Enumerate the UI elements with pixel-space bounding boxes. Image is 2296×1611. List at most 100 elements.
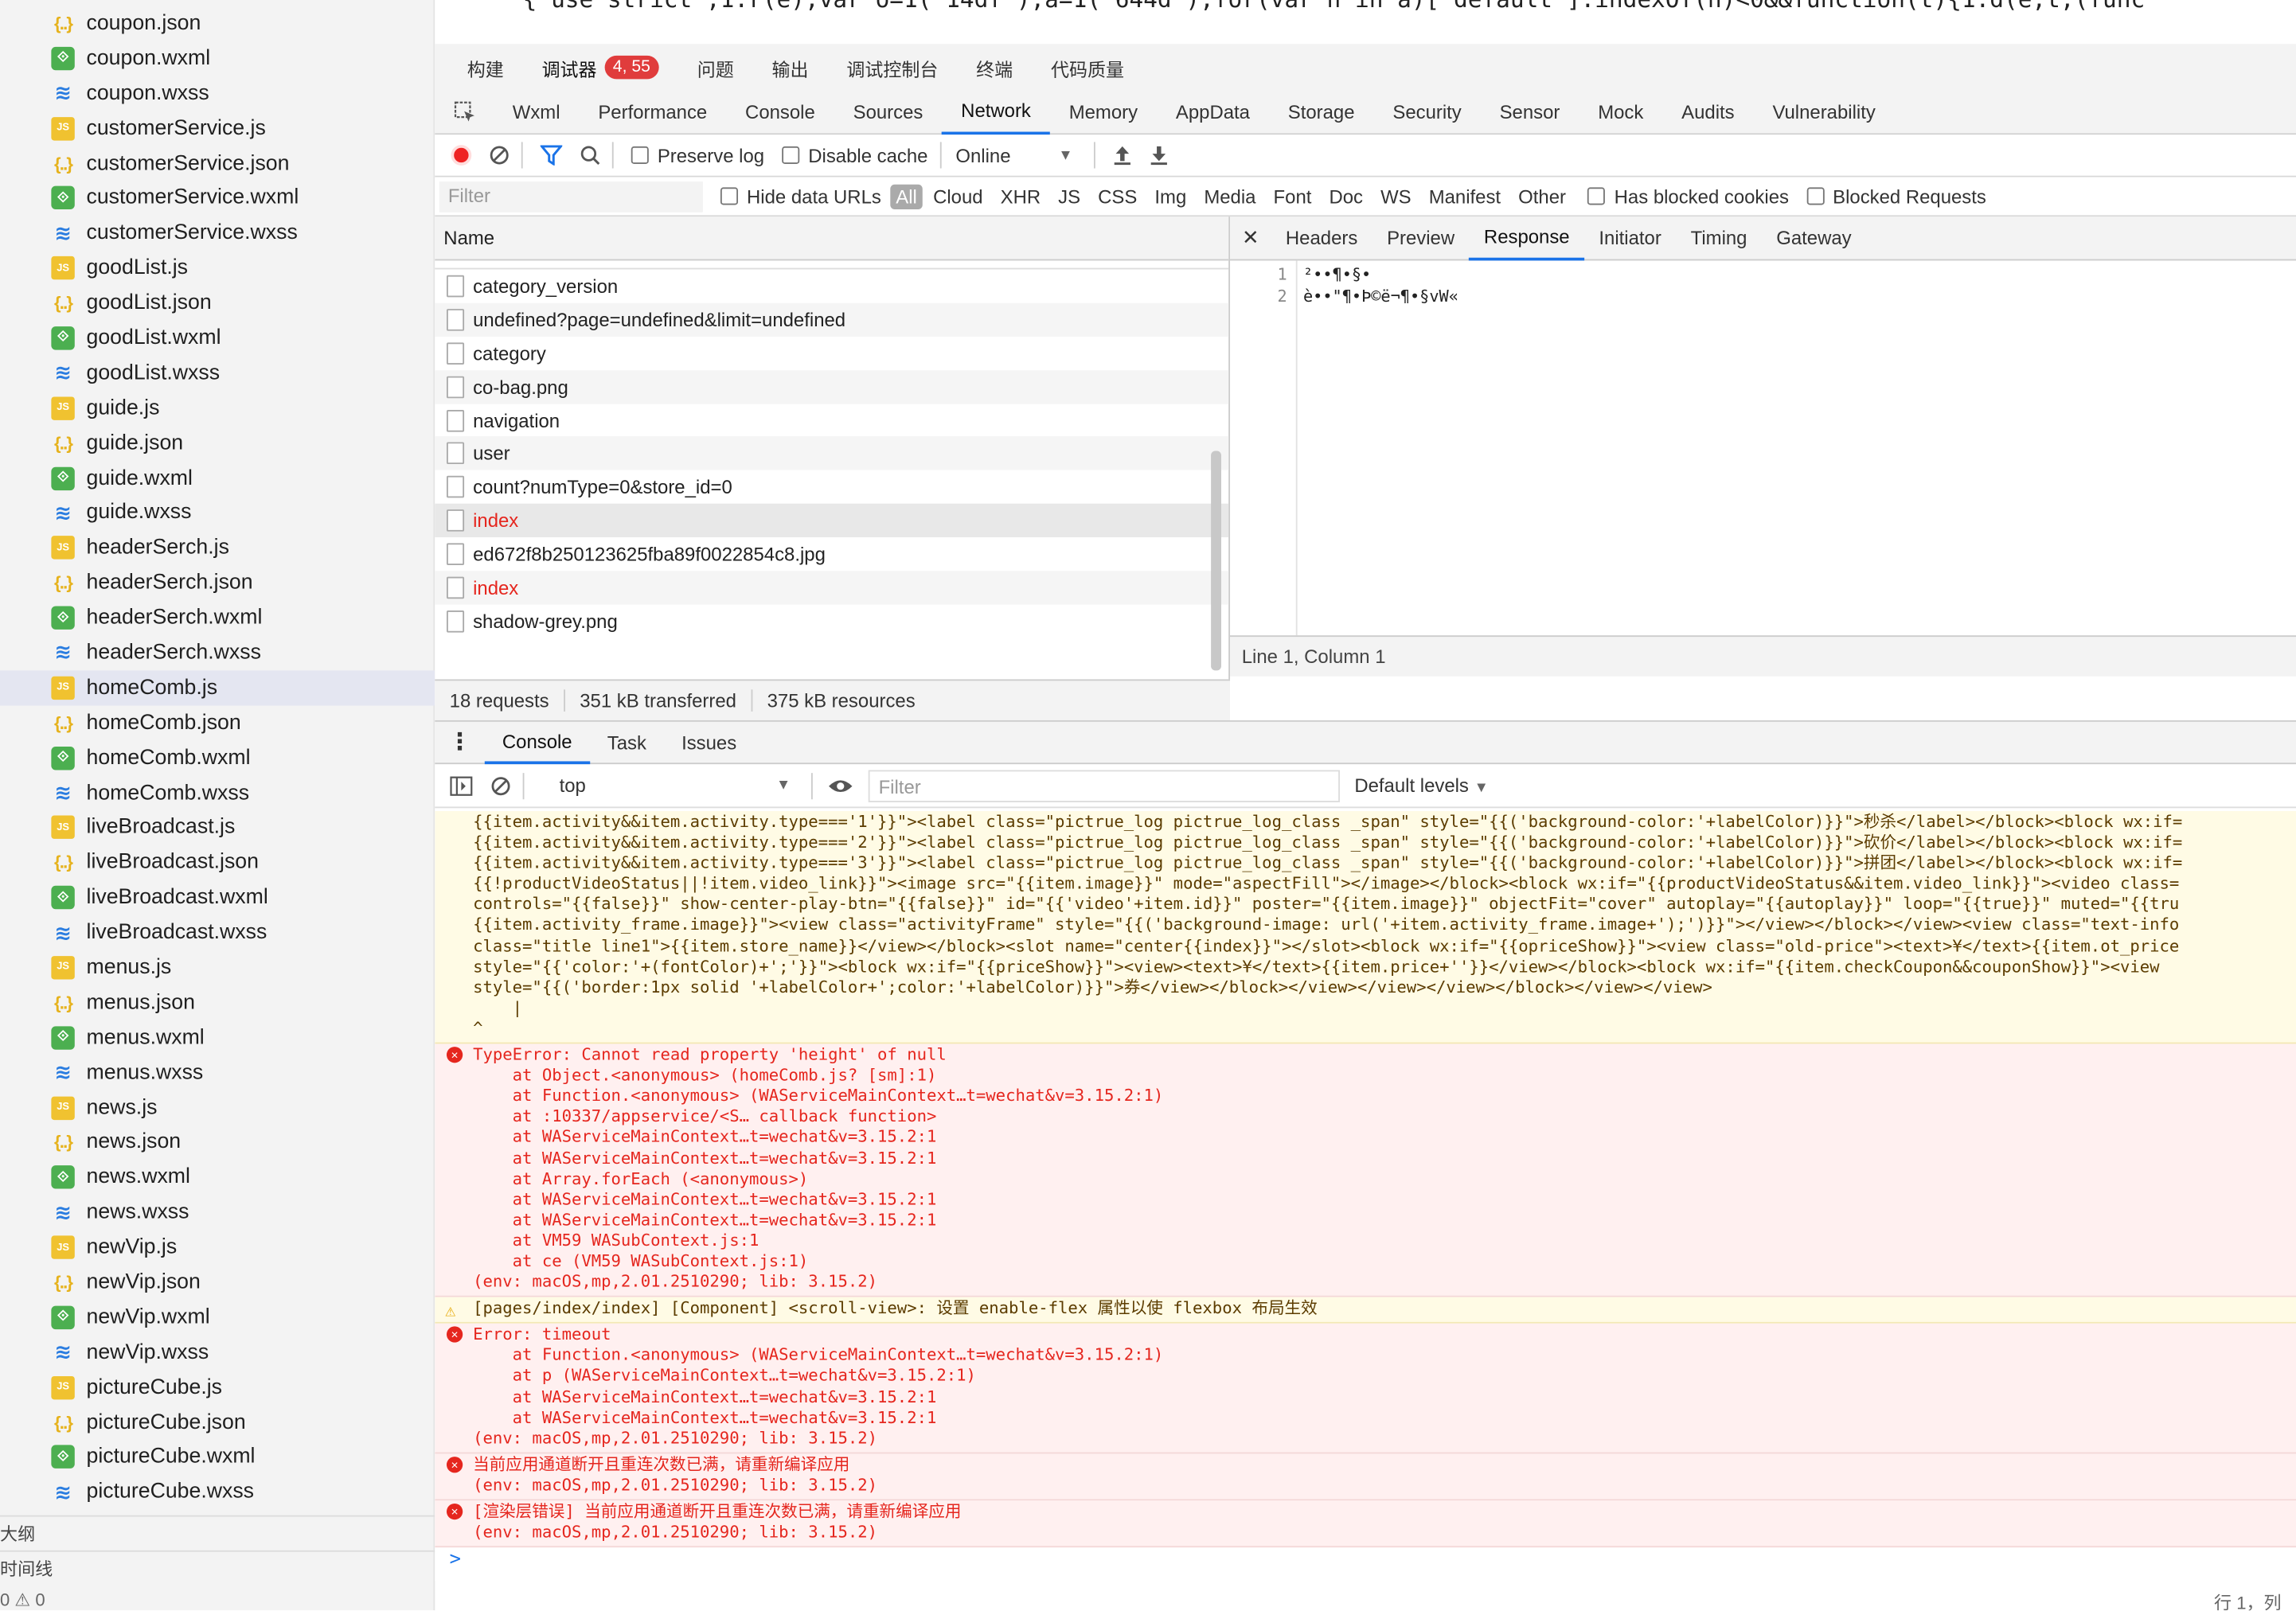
live-expression-eye-icon[interactable] [827,777,853,794]
file-item[interactable]: JS pictureCube.js [0,1370,435,1405]
filter-icon[interactable] [540,145,563,166]
request-row[interactable]: shadow-grey.png [435,604,1228,638]
disable-cache-checkbox[interactable]: Disable cache [782,144,927,166]
file-item[interactable]: {..} newVip.json [0,1265,435,1300]
file-item[interactable]: {..} customerService.json [0,146,435,181]
file-item[interactable]: {..} headerSerch.json [0,565,435,600]
panel-tab-vulnerability[interactable]: Vulnerability [1754,90,1895,134]
drawer-tab-issues[interactable]: Issues [664,720,754,764]
clear-icon[interactable] [489,145,510,166]
type-filter-other[interactable]: Other [1511,182,1573,210]
file-item[interactable]: ⟐ liveBroadcast.wxml [0,880,435,915]
request-row[interactable]: co-bag.png [435,369,1229,404]
panel-tab-storage[interactable]: Storage [1269,90,1374,134]
file-item[interactable]: {..} news.json [0,1125,435,1160]
request-row[interactable]: index [435,571,1229,605]
console-line[interactable]: at WAServiceMainContext…t=wechat&v=3.15.… [473,1408,2296,1429]
sidebar-toggle-icon[interactable] [450,775,473,796]
file-item[interactable]: JS newVip.js [0,1230,435,1265]
console-line[interactable]: at ce (VM59 WASubContext.js:1) [473,1252,2296,1273]
record-icon[interactable] [451,145,472,166]
debug-tab[interactable]: 代码质量 [1051,53,1124,81]
console-line[interactable]: at p (WAServiceMainContext…t=wechat&v=3.… [473,1367,2296,1387]
clear-console-icon[interactable] [490,775,511,796]
request-row[interactable]: category_version [435,269,1228,302]
panel-tab-wxml[interactable]: Wxml [494,90,580,134]
detail-tab-response[interactable]: Response [1469,216,1585,260]
checkbox-box[interactable] [1806,187,1825,205]
has-blocked-cookies-checkbox[interactable]: Has blocked cookies [1587,185,1789,207]
file-item[interactable]: ⟐ menus.wxml [0,1020,435,1055]
throttling-select[interactable]: Online ▼ [955,144,1072,166]
more-options-icon[interactable]: ⋮ [435,727,485,757]
file-item[interactable]: ≋ homeComb.wxss [0,775,435,810]
checkbox-box[interactable] [631,146,649,165]
debug-tab[interactable]: 输出 [772,53,809,81]
type-filter-ws[interactable]: WS [1373,182,1419,210]
console-line[interactable]: at :10337/appservice/<S… callback functi… [473,1107,2296,1128]
request-row[interactable]: user [435,436,1229,471]
debug-tab[interactable]: 问题 [697,53,734,81]
file-item[interactable]: {..} coupon.json [0,6,435,41]
file-item[interactable]: ⟐ headerSerch.wxml [0,600,435,635]
detail-tab-initiator[interactable]: Initiator [1584,216,1676,259]
panel-tab-audits[interactable]: Audits [1662,90,1753,134]
panel-tab-network[interactable]: Network [942,90,1050,135]
file-item[interactable]: JS customerService.js [0,111,435,146]
type-filter-cloud[interactable]: Cloud [926,182,990,210]
type-filter-font[interactable]: Font [1266,182,1318,210]
request-row[interactable]: category [435,337,1228,370]
network-filter-input[interactable]: Filter [439,181,703,212]
file-item[interactable]: JS liveBroadcast.js [0,810,435,845]
panel-tab-appdata[interactable]: AppData [1157,90,1269,134]
checkbox-box[interactable] [782,146,800,165]
type-filter-media[interactable]: Media [1197,182,1263,210]
inspect-element-icon[interactable] [435,101,494,123]
file-item[interactable]: JS menus.js [0,950,435,985]
file-item[interactable]: ⟐ newVip.wxml [0,1300,435,1335]
panel-tab-console[interactable]: Console [726,90,834,134]
file-item[interactable]: ⟐ homeComb.wxml [0,740,435,775]
checkbox-box[interactable] [720,187,739,205]
file-item[interactable]: {..} guide.json [0,426,435,461]
file-item[interactable]: JS homeComb.js [0,670,435,706]
console-line[interactable]: at WAServiceMainContext…t=wechat&v=3.15.… [473,1387,2296,1408]
file-item[interactable]: ≋ customerService.wxss [0,216,435,251]
file-item[interactable]: {..} goodList.json [0,286,435,321]
preserve-log-checkbox[interactable]: Preserve log [631,144,764,166]
import-har-icon[interactable] [1112,145,1131,166]
panel-tab-sources[interactable]: Sources [834,90,943,134]
file-item[interactable]: ⟐ pictureCube.wxml [0,1440,435,1475]
file-item[interactable]: JS news.js [0,1090,435,1125]
debug-tab[interactable]: 调试控制台 [846,53,938,81]
file-item[interactable]: JS headerSerch.js [0,530,435,565]
checkbox-box[interactable] [1587,187,1606,205]
file-item[interactable]: ≋ pictureCube.wxss [0,1475,435,1510]
detail-tab-preview[interactable]: Preview [1373,216,1470,259]
request-row[interactable]: ed672f8b250123625fba89f0022854c8.jpg [435,537,1228,571]
debug-tab[interactable]: 构建 [467,53,504,81]
file-item[interactable]: {..} liveBroadcast.json [0,845,435,880]
export-har-icon[interactable] [1149,145,1168,166]
console-filter-input[interactable]: Filter [868,769,1340,802]
file-item[interactable]: ≋ menus.wxss [0,1055,435,1090]
console-line[interactable]: at WAServiceMainContext…t=wechat&v=3.15.… [473,1211,2296,1231]
file-item[interactable]: {..} homeComb.json [0,705,435,740]
file-item[interactable]: JS guide.js [0,391,435,426]
file-item[interactable]: ≋ coupon.wxss [0,76,435,111]
detail-tab-gateway[interactable]: Gateway [1762,216,1866,259]
file-item[interactable]: ≋ newVip.wxss [0,1335,435,1370]
file-item[interactable]: ⟐ coupon.wxml [0,41,435,76]
console-line[interactable]: at WAServiceMainContext…t=wechat&v=3.15.… [473,1190,2296,1211]
file-item[interactable]: ⟐ news.wxml [0,1160,435,1195]
type-filter-doc[interactable]: Doc [1322,182,1370,210]
type-filter-js[interactable]: JS [1051,182,1087,210]
request-row[interactable]: navigation [435,404,1228,437]
console-line[interactable]: at VM59 WASubContext.js:1 [473,1231,2296,1252]
search-icon[interactable] [580,145,600,166]
drawer-tab-task[interactable]: Task [590,720,664,764]
console-prompt[interactable]: > [435,1547,2296,1571]
detail-tab-headers[interactable]: Headers [1271,216,1373,259]
console-line[interactable]: at WAServiceMainContext…t=wechat&v=3.15.… [473,1128,2296,1149]
panel-tab-security[interactable]: Security [1373,90,1480,134]
